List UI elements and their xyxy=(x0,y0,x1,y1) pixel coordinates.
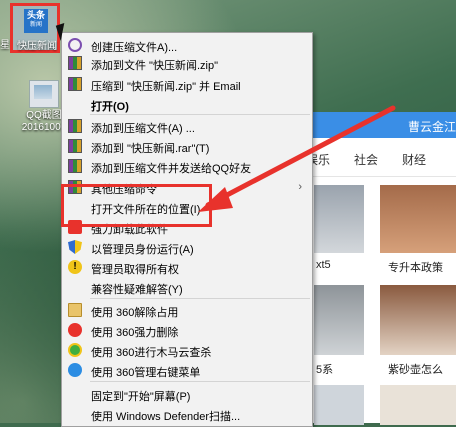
desktop-icon-label: 快压新闻 xyxy=(17,41,57,52)
news-thumbnail[interactable] xyxy=(314,385,364,425)
news-caption[interactable]: 紫砂壶怎么 xyxy=(388,361,443,377)
shield-icon xyxy=(68,240,82,254)
browser-header: 曹云金江 xyxy=(304,112,456,138)
news-caption[interactable]: xt5 xyxy=(316,259,331,271)
folder-icon xyxy=(68,303,82,317)
user-name[interactable]: 曹云金江 xyxy=(408,118,456,135)
menu-item-pin-to-start[interactable]: 固定到"开始"屏幕(P) xyxy=(62,385,312,403)
menu-item-360-menu-manager[interactable]: 使用 360管理右键菜单 xyxy=(62,361,312,379)
news-thumbnail[interactable] xyxy=(380,185,456,253)
news-thumbnail[interactable] xyxy=(380,285,456,355)
menu-item-take-ownership[interactable]: ! 管理员取得所有权 xyxy=(62,258,312,276)
menu-item-360-unlock[interactable]: 使用 360解除占用 xyxy=(62,301,312,319)
toutiao-app-icon: 头条 新闻 xyxy=(24,9,48,33)
image-file-icon xyxy=(29,80,59,108)
nav-item-society[interactable]: 社会 xyxy=(354,151,378,168)
menu-item-360-scan[interactable]: 使用 360进行木马云查杀 xyxy=(62,341,312,359)
menu-item-open[interactable]: 打开(O) xyxy=(62,95,312,113)
menu-item-add-send-qq[interactable]: 添加到压缩文件并发送给QQ好友 xyxy=(62,157,312,175)
menu-item-compat-troubleshoot[interactable]: 兼容性疑难解答(Y) xyxy=(62,278,312,296)
menu-separator xyxy=(90,381,310,382)
news-nav: 娱乐 社会 财经 xyxy=(304,138,456,177)
annotation-highlight-box xyxy=(61,184,212,227)
warning-icon: ! xyxy=(68,260,82,274)
rings-icon xyxy=(68,38,82,52)
360-menu-icon xyxy=(68,363,82,377)
menu-item-create-archive[interactable]: 创建压缩文件A)... xyxy=(62,36,312,54)
desktop-edge-text: 星 xyxy=(0,40,10,51)
news-caption[interactable]: 专升本政策 xyxy=(388,259,443,275)
news-thumbnail[interactable] xyxy=(380,385,456,425)
news-thumbnail[interactable] xyxy=(314,185,364,253)
360-scan-icon xyxy=(68,343,82,357)
context-menu: 创建压缩文件A)... 添加到文件 "快压新闻.zip" 压缩到 "快压新闻.z… xyxy=(61,32,313,427)
menu-item-defender-scan[interactable]: 使用 Windows Defender扫描... xyxy=(62,405,312,423)
winrar-icon xyxy=(68,159,82,173)
winrar-icon xyxy=(68,77,82,91)
winrar-icon xyxy=(68,56,82,70)
menu-separator xyxy=(90,298,310,299)
menu-item-add-to-rar[interactable]: 添加到 "快压新闻.rar"(T) xyxy=(62,137,312,155)
news-caption[interactable]: 5系 xyxy=(316,361,333,377)
menu-item-add-to-zip[interactable]: 添加到文件 "快压新闻.zip" xyxy=(62,54,312,72)
menu-item-compress-email[interactable]: 压缩到 "快压新闻.zip" 并 Email xyxy=(62,75,312,93)
nav-item-finance[interactable]: 财经 xyxy=(402,151,426,168)
winrar-icon xyxy=(68,139,82,153)
menu-item-add-to-archive[interactable]: 添加到压缩文件(A) ... xyxy=(62,117,312,135)
news-thumbnail[interactable] xyxy=(314,285,364,355)
menu-item-360-delete[interactable]: 使用 360强力删除 xyxy=(62,321,312,339)
menu-item-run-as-admin[interactable]: 以管理员身份运行(A) xyxy=(62,238,312,256)
browser-window: 曹云金江 娱乐 社会 财经 xt5 专升本政策 5系 紫砂壶怎么 xyxy=(304,112,456,425)
menu-separator xyxy=(90,114,310,115)
news-grid: xt5 专升本政策 5系 紫砂壶怎么 xyxy=(304,177,456,425)
chevron-right-icon: › xyxy=(298,181,302,193)
360-delete-icon xyxy=(68,323,82,337)
desktop-icon-toutiao[interactable]: 头条 新闻 快压新闻 xyxy=(10,3,60,53)
winrar-icon xyxy=(68,119,82,133)
